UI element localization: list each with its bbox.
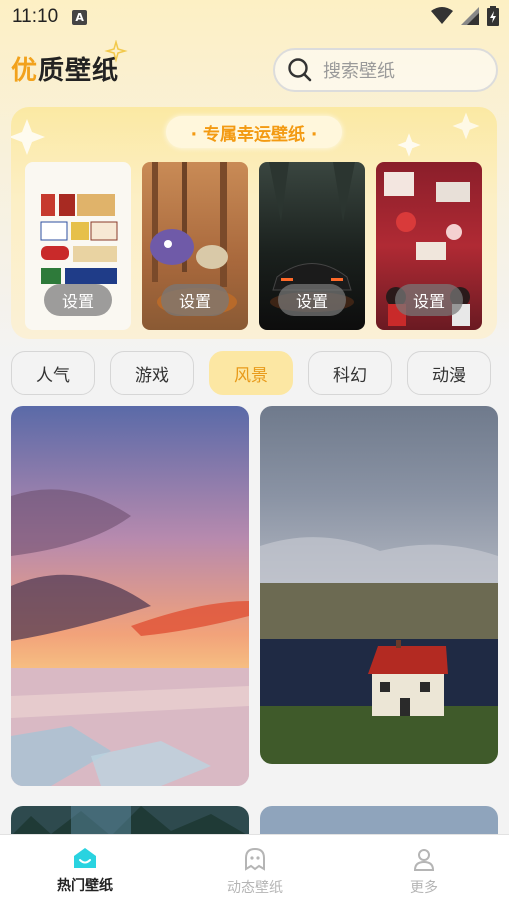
star-decoration-icon [397, 133, 421, 157]
star-decoration-icon [452, 112, 480, 140]
category-tab-games[interactable]: 游戏 [110, 351, 194, 395]
lucky-wallpaper-banner: · 专属幸运壁纸 · 设置 设置 设置 设置 [11, 107, 497, 339]
wallpaper-card-shop-signs[interactable]: 设置 [25, 162, 131, 330]
status-time: 11:10 [12, 6, 59, 27]
nav-item-live-wallpapers[interactable]: 动态壁纸 [195, 847, 315, 897]
sunset-sea-image [11, 406, 249, 786]
ghost-face-icon [245, 847, 265, 871]
set-wallpaper-button[interactable]: 设置 [278, 284, 346, 316]
wallpaper-tile-sunset-sea[interactable] [11, 406, 249, 786]
search-bar[interactable]: 搜索壁纸 [273, 48, 498, 92]
battery-icon [487, 6, 499, 26]
set-wallpaper-button[interactable]: 设置 [44, 284, 112, 316]
star-decoration-icon [11, 119, 45, 155]
wallpaper-tile-lakeside-house[interactable] [260, 406, 498, 764]
bottom-navigation: 热门壁纸 动态壁纸 更多 [0, 834, 509, 906]
set-wallpaper-button[interactable]: 设置 [395, 284, 463, 316]
status-bar: 11:10 A [0, 0, 509, 34]
wifi-icon [431, 7, 453, 24]
nav-item-hot-wallpapers[interactable]: 热门壁纸 [25, 847, 145, 895]
lakeside-house-image [260, 406, 498, 764]
category-tab-anime[interactable]: 动漫 [407, 351, 491, 395]
search-placeholder: 搜索壁纸 [323, 61, 395, 82]
wallpaper-card-red-collage[interactable]: 设置 [376, 162, 482, 330]
category-tab-popular[interactable]: 人气 [11, 351, 95, 395]
nav-item-more[interactable]: 更多 [364, 847, 484, 897]
user-icon [413, 849, 435, 871]
signal-icon [461, 7, 479, 25]
category-tab-scifi[interactable]: 科幻 [308, 351, 392, 395]
set-wallpaper-button[interactable]: 设置 [161, 284, 229, 316]
app-header: 优质壁纸 搜索壁纸 [0, 40, 509, 100]
lucky-banner-title: · 专属幸运壁纸 · [166, 116, 342, 148]
search-icon [288, 58, 312, 82]
wallpaper-card-forest[interactable]: 设置 [142, 162, 248, 330]
sparkle-icon [104, 40, 128, 63]
category-tab-scenery[interactable]: 风景 [209, 351, 293, 395]
home-smile-icon [74, 848, 96, 868]
category-tabs: 人气 游戏 风景 科幻 动漫 [11, 351, 497, 395]
wallpaper-card-sports-car[interactable]: 设置 [259, 162, 365, 330]
notification-a-icon: A [72, 9, 88, 25]
